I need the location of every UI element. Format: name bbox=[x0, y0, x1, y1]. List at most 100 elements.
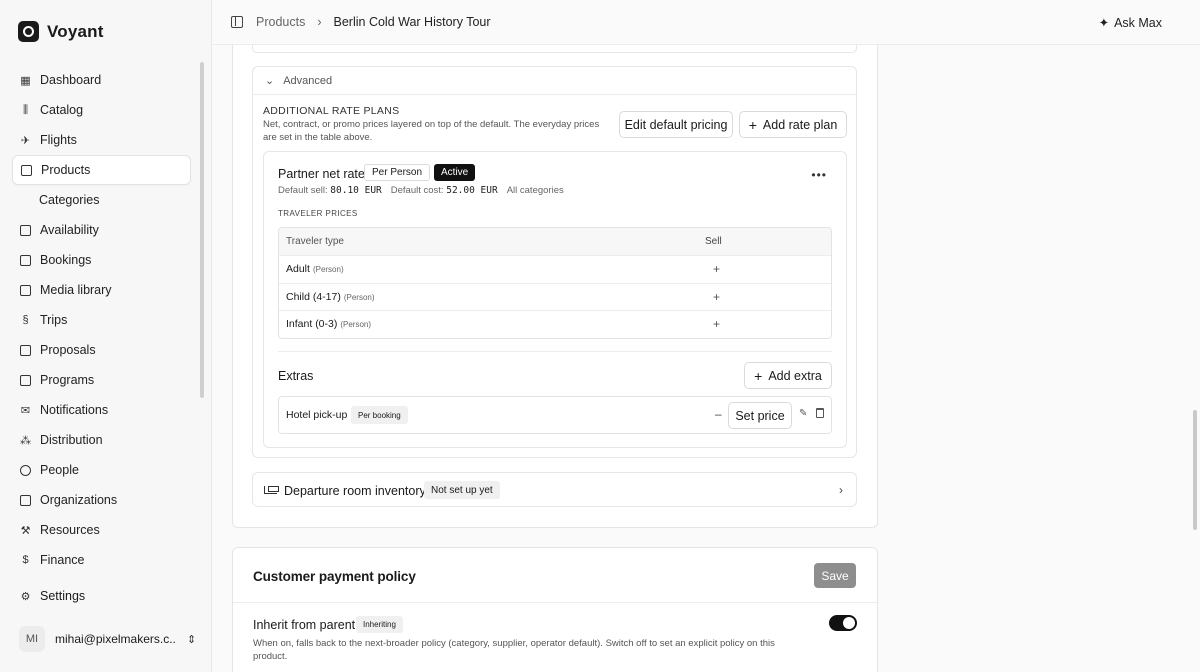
set-price-button[interactable]: Set price bbox=[728, 402, 792, 429]
dashboard-icon: ▦ bbox=[20, 74, 31, 87]
advanced-toggle[interactable]: ⌄ Advanced bbox=[265, 74, 332, 88]
gear-icon: ⚙ bbox=[20, 590, 31, 603]
avatar: MI bbox=[19, 626, 45, 652]
extra-row: Hotel pick-up Per booking – Set price ✎ bbox=[278, 396, 832, 434]
sidebar-item-availability[interactable]: Availability bbox=[12, 215, 191, 245]
add-sell-price-button[interactable]: + bbox=[705, 262, 831, 276]
calendar-check-icon bbox=[19, 254, 32, 267]
more-options-icon[interactable]: ••• bbox=[811, 168, 827, 182]
sidebar-item-notifications[interactable]: ✉ Notifications bbox=[12, 395, 191, 425]
sidebar-item-trips[interactable]: § Trips bbox=[12, 305, 191, 335]
edit-default-pricing-button[interactable]: Edit default pricing bbox=[619, 111, 733, 138]
default-cost-label: Default cost: bbox=[390, 185, 444, 196]
sidebar-item-categories[interactable]: Categories bbox=[12, 185, 191, 215]
traveler-unit: (Person) bbox=[343, 292, 375, 302]
plane-icon: ✈ bbox=[20, 134, 31, 147]
user-menu[interactable]: MI mihai@pixelmakers.c... ⇕ bbox=[19, 626, 196, 652]
sidebar-item-flights[interactable]: ✈ Flights bbox=[12, 125, 191, 155]
categories-scope: All categories bbox=[506, 185, 564, 196]
document-icon bbox=[19, 344, 32, 357]
rate-plan-card: Partner net rate Per Person Active Defau… bbox=[263, 151, 847, 448]
sidebar-item-finance[interactable]: $ Finance bbox=[12, 545, 191, 575]
status-badge: Active bbox=[434, 164, 476, 181]
sidebar-item-bookings[interactable]: Bookings bbox=[12, 245, 191, 275]
route-icon: § bbox=[22, 314, 29, 326]
bed-icon bbox=[264, 486, 279, 494]
payment-policy-title: Customer payment policy bbox=[253, 569, 416, 584]
rate-plans-description: Net, contract, or promo prices layered o… bbox=[263, 119, 600, 143]
add-rate-plan-button[interactable]: + Add rate plan bbox=[739, 111, 847, 138]
wrench-icon: ⚒ bbox=[20, 524, 31, 537]
sidebar-item-resources[interactable]: ⚒ Resources bbox=[12, 515, 191, 545]
chevron-right-icon: › bbox=[839, 483, 843, 497]
package-icon bbox=[20, 164, 33, 177]
unit-badge: Per Person bbox=[364, 164, 431, 181]
traveler-unit: (Person) bbox=[340, 320, 372, 330]
traveler-type: Child (4-17) bbox=[286, 290, 341, 303]
traveler-prices-label: TRAVELER PRICES bbox=[278, 209, 358, 218]
ask-max-button[interactable]: ✦ Ask Max bbox=[1098, 15, 1162, 31]
sidebar-item-people[interactable]: People bbox=[12, 455, 191, 485]
sidebar-item-distribution[interactable]: ⁂ Distribution bbox=[12, 425, 191, 455]
voyant-logo-icon bbox=[18, 21, 39, 42]
table-row: Adult (Person) + bbox=[279, 255, 831, 283]
mail-icon: ✉ bbox=[20, 404, 31, 417]
divider bbox=[233, 602, 877, 603]
traveler-prices-table: Traveler type Sell Adult (Person) + Child… bbox=[278, 227, 832, 339]
plus-icon: + bbox=[748, 116, 757, 133]
brand[interactable]: Voyant bbox=[18, 21, 104, 42]
breadcrumb-current: Berlin Cold War History Tour bbox=[333, 15, 491, 29]
brand-name: Voyant bbox=[47, 21, 104, 41]
inherit-description: When on, falls back to the next-broader … bbox=[253, 638, 775, 662]
trash-icon[interactable] bbox=[816, 408, 824, 418]
save-button[interactable]: Save bbox=[814, 563, 856, 588]
network-icon: ⁂ bbox=[20, 434, 31, 447]
sidebar-scrollbar[interactable] bbox=[200, 62, 204, 398]
divider bbox=[278, 351, 832, 352]
departure-room-inventory-row[interactable]: Departure room inventory Not set up yet … bbox=[252, 472, 857, 507]
sidebar-toggle-icon[interactable] bbox=[231, 16, 243, 28]
page-scrollbar[interactable] bbox=[1193, 410, 1197, 530]
breadcrumb: Products › Berlin Cold War History Tour bbox=[256, 15, 491, 29]
chevron-up-down-icon: ⇕ bbox=[187, 633, 197, 646]
extra-price: – bbox=[715, 407, 722, 421]
add-sell-price-button[interactable]: + bbox=[705, 290, 831, 304]
inherit-title: Inherit from parent bbox=[253, 618, 356, 632]
traveler-unit: (Person) bbox=[312, 265, 344, 275]
add-sell-price-button[interactable]: + bbox=[705, 317, 831, 331]
sidebar-item-media-library[interactable]: Media library bbox=[12, 275, 191, 305]
catalog-icon: ⫼ bbox=[22, 103, 29, 116]
column-sell: Sell bbox=[705, 236, 722, 247]
extras-title: Extras bbox=[278, 369, 314, 383]
sparkle-icon: ✦ bbox=[1098, 16, 1110, 30]
extra-name: Hotel pick-up bbox=[286, 409, 348, 421]
dollar-icon: $ bbox=[22, 554, 29, 566]
sidebar-item-products[interactable]: Products bbox=[12, 155, 191, 185]
plus-icon: + bbox=[754, 367, 763, 384]
sidebar: Voyant ▦ Dashboard ⫼ Catalog ✈ Flights Prod… bbox=[0, 0, 212, 672]
calendar-grid-icon bbox=[19, 374, 32, 387]
rate-plan-meta: Default sell: 80.10 EUR Default cost: 52… bbox=[278, 185, 564, 196]
chevron-down-icon: ⌄ bbox=[265, 75, 275, 87]
traveler-type: Adult bbox=[286, 263, 310, 276]
inherit-toggle[interactable] bbox=[829, 615, 857, 631]
add-extra-button[interactable]: + Add extra bbox=[744, 362, 832, 389]
sidebar-item-dashboard[interactable]: ▦ Dashboard bbox=[12, 65, 191, 95]
table-row: Child (4-17) (Person) + bbox=[279, 282, 831, 311]
sidebar-item-settings[interactable]: ⚙ Settings bbox=[19, 589, 86, 603]
pencil-icon[interactable]: ✎ bbox=[799, 408, 807, 419]
breadcrumb-products[interactable]: Products bbox=[256, 15, 305, 29]
payment-policy-card: Customer payment policy Save Inherit fro… bbox=[232, 547, 878, 672]
status-badge: Not set up yet bbox=[424, 481, 500, 499]
table-header: Traveler type Sell bbox=[279, 228, 831, 255]
departure-title: Departure room inventory bbox=[284, 484, 426, 498]
sidebar-item-proposals[interactable]: Proposals bbox=[12, 335, 191, 365]
rate-plans-title: ADDITIONAL RATE PLANS bbox=[263, 105, 400, 117]
sidebar-item-catalog[interactable]: ⫼ Catalog bbox=[12, 95, 191, 125]
default-cost-value: 52.00 EUR bbox=[446, 185, 498, 196]
sidebar-item-organizations[interactable]: Organizations bbox=[12, 485, 191, 515]
sidebar-item-programs[interactable]: Programs bbox=[12, 365, 191, 395]
previous-section bbox=[252, 45, 857, 53]
default-sell-label: Default sell: bbox=[278, 185, 328, 196]
chevron-right-icon: › bbox=[317, 15, 322, 29]
